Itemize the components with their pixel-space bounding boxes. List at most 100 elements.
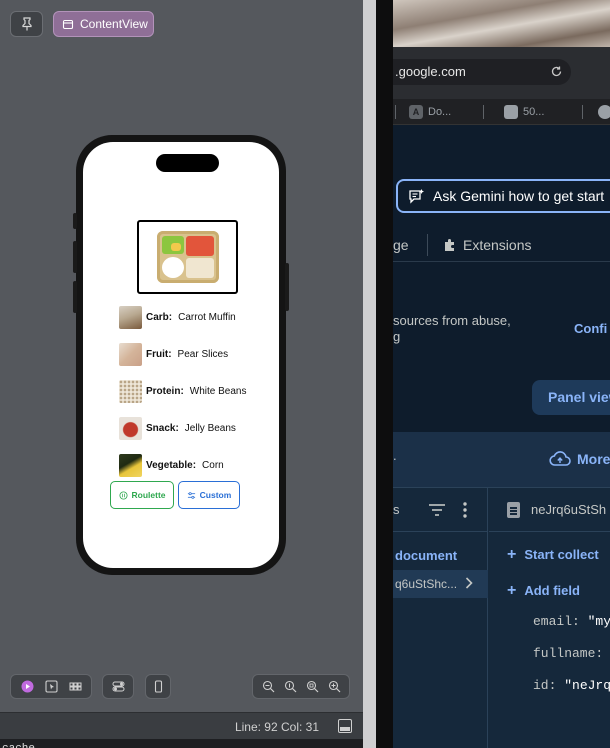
- browser-toolbar: .google.com: [393, 47, 610, 99]
- field-fullname[interactable]: fullname:: [533, 646, 603, 661]
- add-field-button[interactable]: + Add field: [507, 582, 580, 600]
- tab-extensions[interactable]: Extensions: [443, 237, 531, 253]
- zoom-100-button[interactable]: [282, 678, 299, 695]
- firestore-panel-header: . More: [393, 432, 610, 488]
- nav-divider: [427, 234, 428, 256]
- address-bar[interactable]: .google.com: [393, 59, 571, 85]
- roulette-button-label: Roulette: [131, 490, 166, 500]
- lunch-tray-picture: [156, 231, 219, 283]
- address-text: .google.com: [395, 64, 466, 79]
- configure-link[interactable]: Confi: [574, 321, 607, 336]
- live-preview-button[interactable]: [19, 678, 36, 695]
- contentview-preview-chip[interactable]: ContentView: [53, 11, 154, 37]
- zoom-in-button[interactable]: [326, 678, 343, 695]
- bookmark-divider: [483, 105, 484, 119]
- food-label-fruit: Fruit:: [146, 349, 172, 360]
- app-check-text-line2: g: [393, 329, 401, 344]
- food-label-vegetable: Vegetable:: [146, 460, 197, 471]
- toggles-icon: [112, 681, 124, 692]
- collection-name: s: [393, 502, 400, 517]
- jelly-beans-image: [119, 417, 142, 440]
- phone-screen: Carb: Carrot Muffin Fruit: Pear Slices P…: [83, 142, 279, 568]
- document-title: neJrq6uStSh: [531, 502, 607, 517]
- zoom-toolbar: [252, 674, 350, 699]
- roulette-icon: [118, 490, 128, 500]
- browser-window: .google.com A Do... 50... Ask Gemini how…: [393, 0, 610, 748]
- cursor-position: Line: 92 Col: 31: [234, 720, 319, 734]
- field-value: "neJrq6: [564, 678, 610, 693]
- gemini-chat-icon: [409, 188, 424, 204]
- wordpress-favicon-icon: [598, 105, 610, 119]
- food-value-protein: White Beans: [189, 386, 247, 397]
- bookmark-wordpress[interactable]: [598, 104, 610, 120]
- extensions-puzzle-icon: [445, 239, 454, 251]
- pin-preview-button[interactable]: [10, 11, 43, 37]
- document-column-header: neJrq6uStSh: [489, 488, 610, 532]
- phone-volume-down: [73, 281, 77, 313]
- collection-column: s document q6uStShc...: [393, 488, 488, 748]
- start-collection-button[interactable]: + Start collect: [507, 546, 599, 564]
- phone-volume-up: [73, 241, 77, 273]
- panel-view-button[interactable]: Panel view: [532, 380, 610, 415]
- device-picker-toolbar: [145, 674, 171, 699]
- more-in-cloud-button[interactable]: More: [549, 450, 610, 468]
- bookmark-divider: [395, 105, 396, 119]
- tab-storage[interactable]: ge: [393, 237, 409, 253]
- app-check-text-line1: sources from abuse,: [393, 313, 511, 328]
- field-key: id:: [533, 678, 557, 693]
- bookmark-docs-label: Do...: [428, 106, 452, 118]
- zoom-in-icon: [328, 680, 340, 693]
- food-label-protein: Protein:: [146, 386, 184, 397]
- panel-path-text: .: [393, 448, 397, 463]
- sliders-icon: [187, 491, 195, 499]
- zoom-fit-button[interactable]: [304, 678, 321, 695]
- document-list-item[interactable]: q6uStShc...: [393, 570, 488, 598]
- filter-icon[interactable]: [428, 503, 446, 517]
- more-options-icon[interactable]: [463, 501, 467, 519]
- roulette-button[interactable]: Roulette: [110, 481, 174, 509]
- food-label-snack: Snack:: [146, 423, 179, 434]
- bookmark-docs[interactable]: A Do...: [409, 104, 451, 120]
- plus-icon: +: [507, 546, 517, 563]
- food-value-fruit: Pear Slices: [177, 349, 229, 360]
- variants-button[interactable]: [67, 678, 84, 695]
- add-document-link[interactable]: document: [395, 548, 457, 563]
- food-value-carb: Carrot Muffin: [178, 312, 236, 323]
- collection-column-header: s: [393, 488, 488, 532]
- firebase-nav-tabs: ge Extensions: [393, 232, 610, 262]
- bookmarks-bar: A Do... 50...: [393, 99, 610, 125]
- device-settings-button[interactable]: [110, 678, 127, 695]
- custom-button[interactable]: Custom: [178, 481, 240, 509]
- food-row-fruit: Fruit: Pear Slices: [119, 343, 228, 366]
- chevron-right-icon: [465, 577, 473, 589]
- add-field-label: Add field: [524, 583, 580, 598]
- food-value-snack: Jelly Beans: [184, 423, 236, 434]
- zoom-out-icon: [262, 680, 274, 693]
- food-label-carb: Carb:: [146, 312, 173, 323]
- document-column: neJrq6uStSh + Start collect + Add field em…: [489, 488, 610, 748]
- zoom-out-button[interactable]: [260, 678, 277, 695]
- bookmark-50[interactable]: 50...: [504, 104, 544, 120]
- app-check-description: sources from abuse, g: [393, 313, 553, 345]
- device-picker-button[interactable]: [150, 678, 166, 695]
- carrot-muffin-image: [119, 306, 142, 329]
- white-beans-image: [119, 380, 142, 403]
- toggle-debug-area-icon[interactable]: [338, 719, 352, 733]
- zoom-fit-icon: [306, 680, 318, 693]
- food-value-vegetable: Corn: [202, 460, 224, 471]
- docs-favicon-icon: A: [409, 105, 423, 119]
- zoom-actual-size-icon: [284, 680, 296, 693]
- device-settings-toolbar: [102, 674, 134, 699]
- bookmark-50-label: 50...: [523, 106, 545, 118]
- food-row-vegetable: Vegetable: Corn: [119, 454, 224, 477]
- field-email[interactable]: email: "my: [533, 614, 610, 629]
- field-id[interactable]: id: "neJrq6: [533, 678, 610, 693]
- reload-icon[interactable]: [550, 65, 563, 78]
- food-row-carb: Carb: Carrot Muffin: [119, 306, 236, 329]
- field-key: fullname:: [533, 646, 604, 661]
- selectable-mode-button[interactable]: [43, 678, 60, 695]
- food-row-snack: Snack: Jelly Beans: [119, 417, 236, 440]
- ask-gemini-button[interactable]: Ask Gemini how to get start: [396, 179, 610, 213]
- field-key: email:: [533, 614, 580, 629]
- document-id: q6uStShc...: [395, 577, 458, 591]
